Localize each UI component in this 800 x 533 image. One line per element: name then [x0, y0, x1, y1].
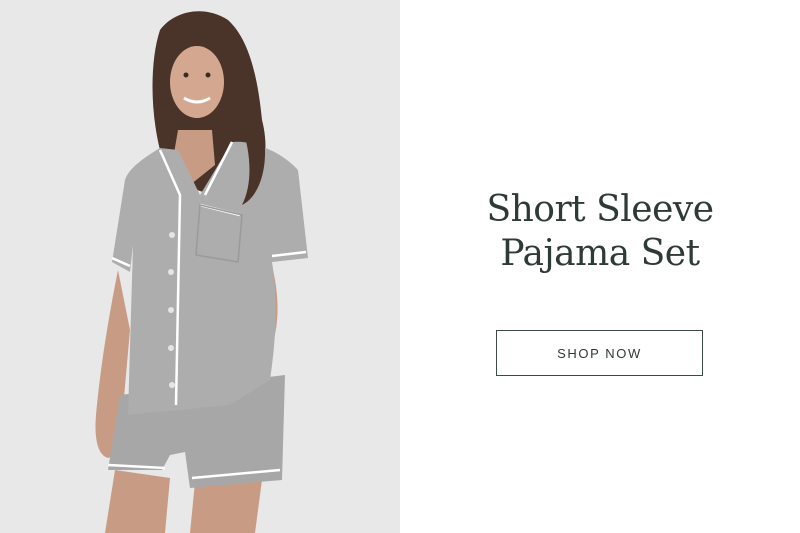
headline-line-1: Short Sleeve: [486, 189, 714, 230]
model-illustration: [0, 0, 400, 533]
headline-line-2: Pajama Set: [500, 233, 700, 274]
shop-now-button[interactable]: SHOP NOW: [496, 330, 703, 376]
promo-copy: Short Sleeve Pajama Set SHOP NOW: [400, 0, 800, 533]
promo-banner: Short Sleeve Pajama Set SHOP NOW: [0, 0, 800, 533]
headline: Short Sleeve Pajama Set: [400, 188, 800, 276]
product-photo[interactable]: [0, 0, 400, 533]
model-face: [170, 46, 224, 118]
